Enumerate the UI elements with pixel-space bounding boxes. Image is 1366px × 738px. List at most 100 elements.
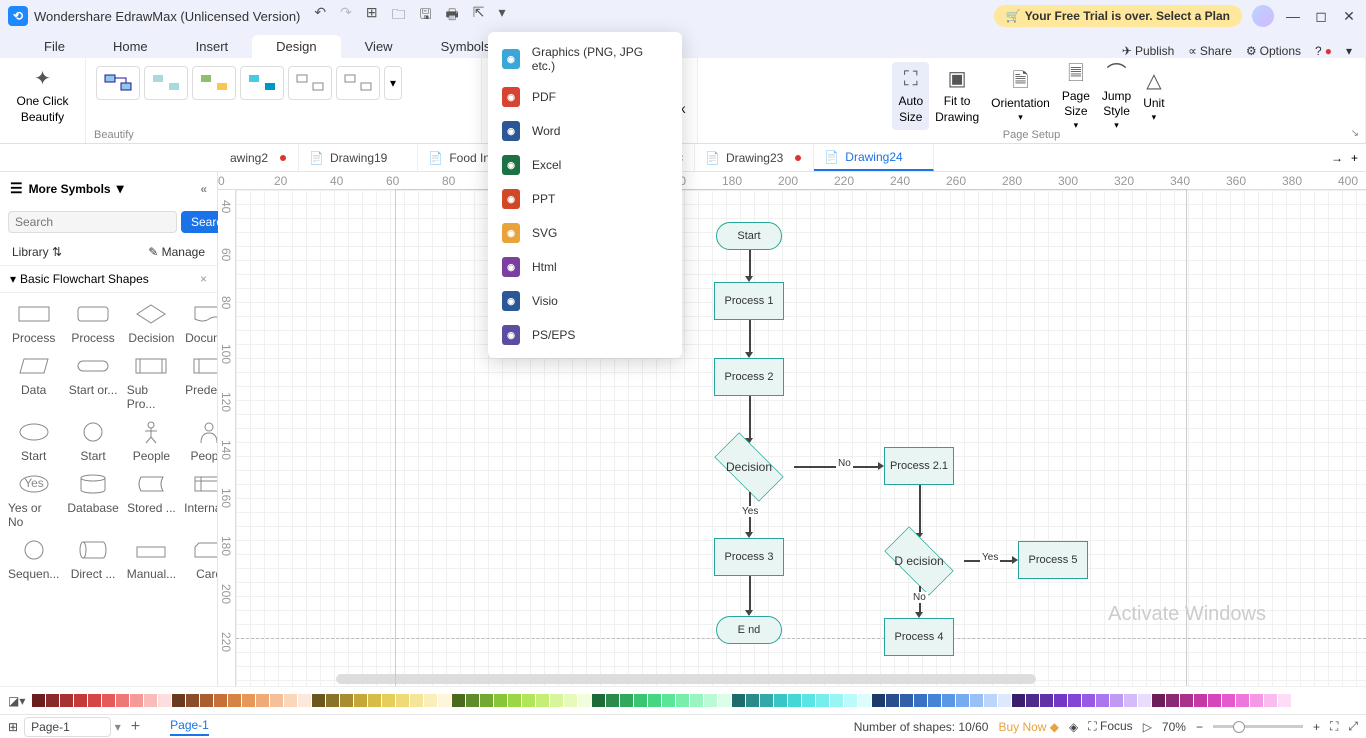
menu-home[interactable]: Home (89, 35, 172, 58)
color-swatch[interactable] (816, 694, 829, 707)
color-swatch[interactable] (312, 694, 325, 707)
avatar-icon[interactable] (1252, 5, 1274, 27)
focus-mode-button[interactable]: ⛶ Focus (1088, 719, 1132, 734)
color-swatch[interactable] (1012, 694, 1025, 707)
color-swatch[interactable] (340, 694, 353, 707)
color-swatch[interactable] (998, 694, 1011, 707)
color-swatch[interactable] (900, 694, 913, 707)
color-swatch[interactable] (326, 694, 339, 707)
help-icon[interactable]: ?● (1315, 44, 1332, 58)
shape-manual-[interactable]: Manual... (125, 535, 178, 583)
theme-3[interactable] (192, 66, 236, 100)
export-excel[interactable]: ◉Excel (488, 148, 682, 182)
page-selector[interactable]: Page-1 (24, 717, 111, 737)
color-swatch[interactable] (214, 694, 227, 707)
color-swatch[interactable] (410, 694, 423, 707)
color-swatch[interactable] (88, 694, 101, 707)
color-swatch[interactable] (620, 694, 633, 707)
save-icon[interactable]: 🖫 (420, 4, 432, 28)
shape-internal-[interactable]: Internal... (182, 469, 217, 531)
zoom-level[interactable]: 70% (1162, 720, 1186, 734)
color-swatch[interactable] (298, 694, 311, 707)
color-swatch[interactable] (718, 694, 731, 707)
node-decision1[interactable]: Decision (704, 442, 794, 492)
color-swatch[interactable] (60, 694, 73, 707)
shape-start[interactable]: Start (6, 417, 61, 465)
color-swatch[interactable] (872, 694, 885, 707)
shape-card[interactable]: Card (182, 535, 217, 583)
shape-docum-[interactable]: Docum... (182, 299, 217, 347)
color-swatch[interactable] (676, 694, 689, 707)
color-swatch[interactable] (438, 694, 451, 707)
add-page-button[interactable]: + (131, 718, 140, 736)
color-swatch[interactable] (158, 694, 171, 707)
color-swatch[interactable] (522, 694, 535, 707)
color-swatch[interactable] (788, 694, 801, 707)
color-swatch[interactable] (452, 694, 465, 707)
theme-2[interactable] (144, 66, 188, 100)
color-swatch[interactable] (970, 694, 983, 707)
export-ps/eps[interactable]: ◉PS/EPS (488, 318, 682, 352)
zoom-in-button[interactable]: + (1313, 720, 1320, 734)
color-swatch[interactable] (1138, 694, 1151, 707)
auto-size-button[interactable]: ⛶Auto Size (892, 62, 929, 130)
color-swatch[interactable] (1180, 694, 1193, 707)
color-swatch[interactable] (942, 694, 955, 707)
color-swatch[interactable] (46, 694, 59, 707)
new-icon[interactable]: ⊞ (366, 4, 378, 28)
color-swatch[interactable] (690, 694, 703, 707)
color-swatch[interactable] (732, 694, 745, 707)
sidebar-title[interactable]: ☰ More Symbols▾« (0, 172, 217, 205)
unit-button[interactable]: △Unit▾ (1137, 62, 1170, 130)
outline-view-icon[interactable]: ⊞ (8, 720, 18, 734)
trial-banner[interactable]: 🛒 Your Free Trial is over. Select a Plan (994, 5, 1242, 27)
color-swatch[interactable] (802, 694, 815, 707)
page-setup-dialog-icon[interactable]: ↘ (1351, 128, 1359, 139)
node-end[interactable]: E nd (716, 616, 782, 644)
canvas[interactable]: Start Process 1 Process 2 Decision Yes N… (236, 190, 1366, 686)
color-swatch[interactable] (914, 694, 927, 707)
color-swatch[interactable] (130, 694, 143, 707)
color-swatch[interactable] (550, 694, 563, 707)
color-swatch[interactable] (1110, 694, 1123, 707)
shape-database[interactable]: Database (65, 469, 120, 531)
shape-people[interactable]: People (182, 417, 217, 465)
doc-tab-drawing24[interactable]: 📄 Drawing24 (814, 144, 933, 171)
color-swatch[interactable] (228, 694, 241, 707)
doc-tab-awing2[interactable]: awing2 (220, 144, 299, 171)
color-swatch[interactable] (760, 694, 773, 707)
orientation-button[interactable]: 🗎Orientation▾ (985, 62, 1056, 130)
color-swatch[interactable] (984, 694, 997, 707)
color-swatch[interactable] (858, 694, 871, 707)
color-swatch[interactable] (74, 694, 87, 707)
node-process1[interactable]: Process 1 (714, 282, 784, 320)
section-basic-flowchart[interactable]: ▾ Basic Flowchart Shapes× (0, 265, 217, 293)
fill-icon[interactable]: ◪▾ (8, 694, 25, 708)
color-swatch[interactable] (102, 694, 115, 707)
color-swatch[interactable] (1082, 694, 1095, 707)
close-button[interactable]: ✕ (1340, 8, 1358, 25)
color-swatch[interactable] (928, 694, 941, 707)
color-swatch[interactable] (1124, 694, 1137, 707)
color-swatch[interactable] (648, 694, 661, 707)
tab-add-icon[interactable]: + (1351, 151, 1358, 165)
search-input[interactable] (8, 211, 177, 233)
shape-sub-pro-[interactable]: Sub Pro... (125, 351, 178, 413)
color-swatch[interactable] (1166, 694, 1179, 707)
shape-decision[interactable]: Decision (125, 299, 178, 347)
one-click-beautify-button[interactable]: ✦ One Click Beautify (10, 62, 74, 129)
export-icon[interactable]: ⇱ (473, 4, 485, 28)
color-swatch[interactable] (1222, 694, 1235, 707)
color-swatch[interactable] (1264, 694, 1277, 707)
color-swatch[interactable] (830, 694, 843, 707)
color-swatch[interactable] (1250, 694, 1263, 707)
menu-file[interactable]: File (20, 35, 89, 58)
color-swatch[interactable] (704, 694, 717, 707)
shape-direct-[interactable]: Direct ... (65, 535, 120, 583)
color-swatch[interactable] (494, 694, 507, 707)
color-swatch[interactable] (382, 694, 395, 707)
color-swatch[interactable] (746, 694, 759, 707)
color-swatch[interactable] (1236, 694, 1249, 707)
color-swatch[interactable] (172, 694, 185, 707)
color-swatch[interactable] (564, 694, 577, 707)
